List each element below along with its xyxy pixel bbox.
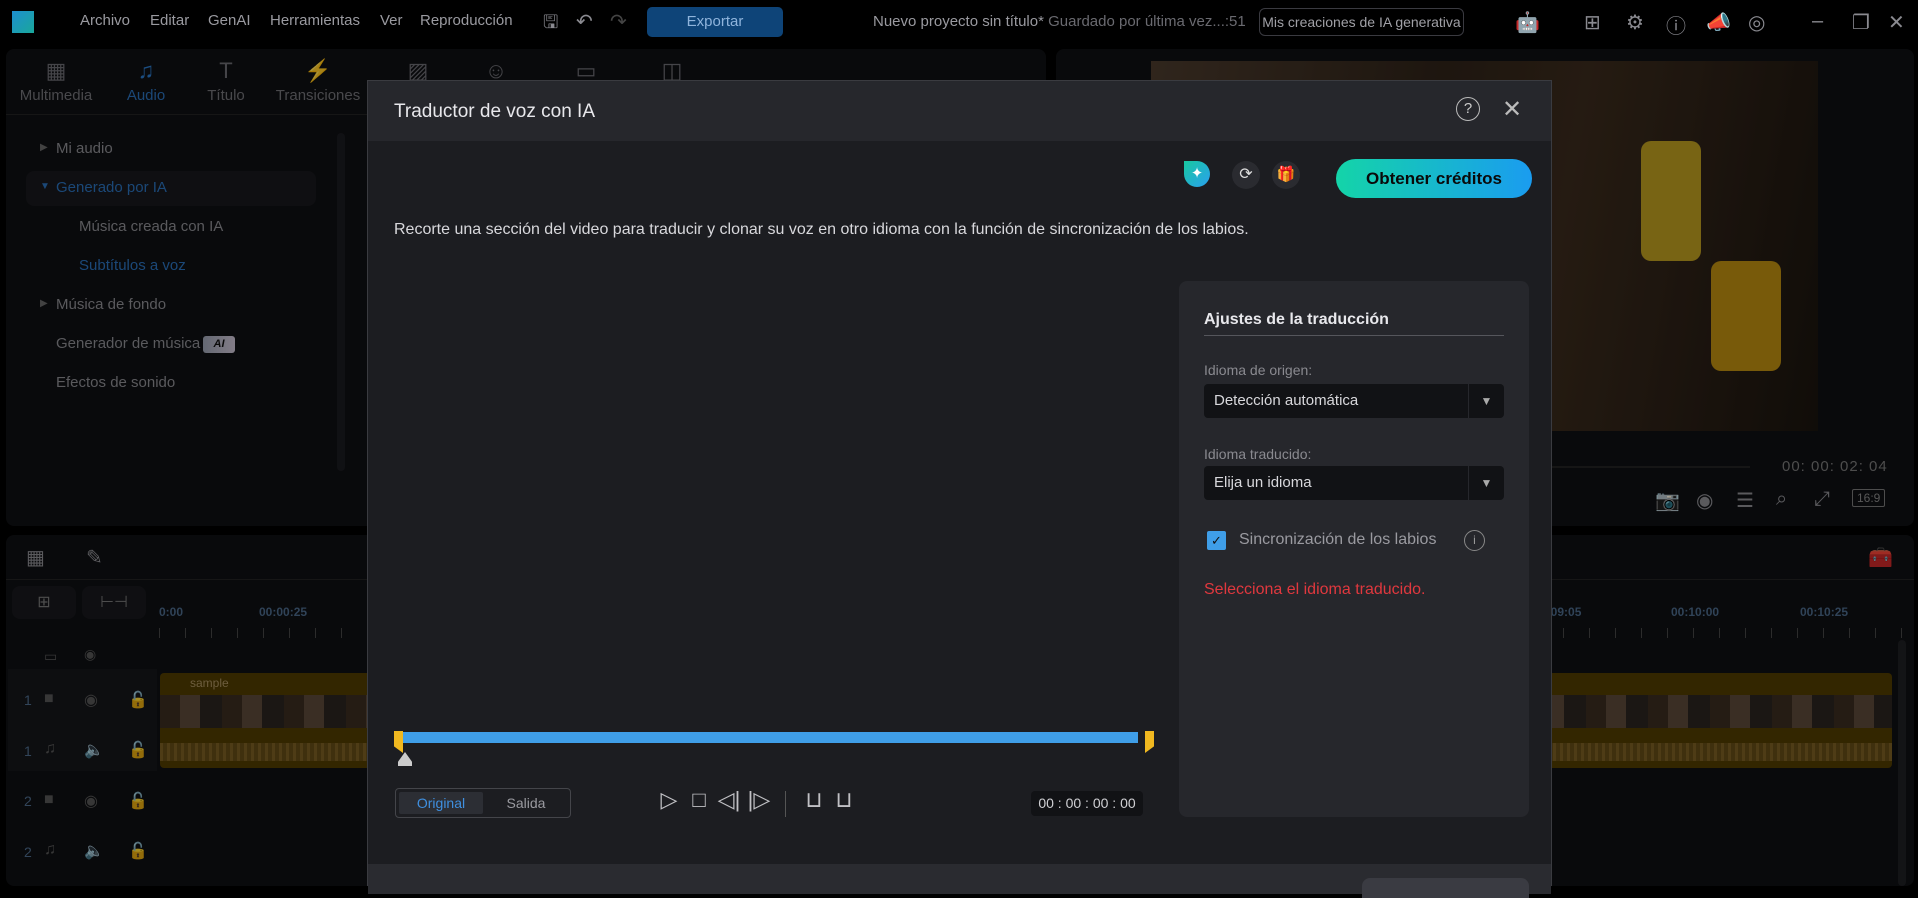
mark-out-icon[interactable]: ⊔ <box>829 787 859 813</box>
translation-settings-panel: Ajustes de la traducción Idioma de orige… <box>1179 281 1529 817</box>
target-language-select[interactable]: Elija un idioma ▼ <box>1204 466 1504 500</box>
trim-range-bar[interactable] <box>400 732 1138 743</box>
project-name: Nuevo proyecto sin título* <box>873 13 1044 30</box>
dialog-timecode: 00 : 00 : 00 : 00 <box>1031 791 1143 816</box>
project-title: Nuevo proyecto sin título* Guardado por … <box>873 13 1246 30</box>
help-icon[interactable]: ? <box>1456 97 1480 121</box>
mark-in-icon[interactable]: ⊔ <box>799 787 829 813</box>
settings-heading: Ajustes de la traducción <box>1204 311 1389 328</box>
dialog-footer <box>368 864 1551 898</box>
menu-herramientas[interactable]: Herramientas <box>270 12 360 29</box>
toggle-original[interactable]: Original <box>399 792 483 814</box>
source-language-label: Idioma de origen: <box>1204 362 1313 378</box>
target-language-value: Elija un idioma <box>1214 474 1312 491</box>
footer-button[interactable] <box>1362 878 1529 898</box>
trim-end-handle[interactable] <box>1145 731 1154 753</box>
ai-voice-translator-dialog: Traductor de voz con IA ? ✕ ✦ ⟳ 🎁 Obtene… <box>367 80 1552 898</box>
previous-frame-icon[interactable]: ◁| <box>714 787 744 813</box>
view-toggle: Original Salida <box>395 788 571 818</box>
get-credits-button[interactable]: Obtener créditos <box>1336 159 1532 198</box>
source-language-select[interactable]: Detección automática ▼ <box>1204 384 1504 418</box>
lipsync-checkbox[interactable]: ✓ <box>1207 531 1226 550</box>
playhead-marker[interactable] <box>398 752 412 766</box>
dialog-header: Traductor de voz con IA ? ✕ <box>368 81 1551 141</box>
source-language-value: Detección automática <box>1214 392 1359 409</box>
close-window-icon[interactable]: ✕ <box>1888 10 1905 35</box>
close-icon[interactable]: ✕ <box>1502 95 1522 124</box>
next-frame-icon[interactable]: |▷ <box>744 787 774 813</box>
announcement-icon[interactable]: 📣 <box>1706 10 1731 35</box>
help-icon[interactable]: ⓘ <box>1666 10 1686 39</box>
menu-genai[interactable]: GenAI <box>208 12 251 29</box>
menu-editar[interactable]: Editar <box>150 12 189 29</box>
error-message: Selecciona el idioma traducido. <box>1204 581 1426 598</box>
refresh-icon[interactable]: ⟳ <box>1232 161 1260 189</box>
saved-status: Guardado por última vez...:51 <box>1048 13 1246 30</box>
ai-credits-icon: ✦ <box>1184 161 1210 187</box>
gift-icon[interactable]: 🎁 <box>1272 161 1300 189</box>
account-icon[interactable]: ◎ <box>1748 10 1765 35</box>
trim-start-handle[interactable] <box>394 731 403 753</box>
restore-icon[interactable]: ❐ <box>1852 10 1870 35</box>
menu-reproduccion[interactable]: Reproducción <box>420 12 513 29</box>
title-bar: Archivo Editar GenAI Herramientas Ver Re… <box>0 0 1918 46</box>
menu-archivo[interactable]: Archivo <box>80 12 130 29</box>
chevron-down-icon: ▼ <box>1468 466 1504 500</box>
play-icon[interactable]: ▷ <box>654 787 684 813</box>
layout-icon[interactable]: ⊞ <box>1584 10 1601 35</box>
target-language-label: Idioma traducido: <box>1204 446 1312 462</box>
chevron-down-icon: ▼ <box>1468 384 1504 418</box>
divider <box>785 791 786 817</box>
menu-ver[interactable]: Ver <box>380 12 403 29</box>
dialog-description: Recorte una sección del video para tradu… <box>394 221 1249 238</box>
dialog-title: Traductor de voz con IA <box>394 101 596 122</box>
info-icon[interactable]: i <box>1464 530 1485 551</box>
heading-divider <box>1204 335 1504 336</box>
toggle-salida[interactable]: Salida <box>486 792 566 814</box>
export-button[interactable]: Exportar <box>647 7 783 37</box>
undo-icon[interactable]: ↶ <box>576 9 593 34</box>
minimize-icon[interactable]: – <box>1812 10 1823 33</box>
save-icon[interactable]: 🖫 <box>543 10 558 40</box>
stop-icon[interactable]: □ <box>684 787 714 813</box>
ai-assistant-icon[interactable]: 🤖 <box>1515 10 1540 35</box>
gear-icon[interactable]: ⚙ <box>1626 10 1644 35</box>
app-logo <box>12 11 34 33</box>
redo-icon[interactable]: ↷ <box>610 9 627 34</box>
my-ai-creations-button[interactable]: Mis creaciones de IA generativa <box>1259 8 1464 36</box>
lipsync-label: Sincronización de los labios <box>1239 531 1437 548</box>
